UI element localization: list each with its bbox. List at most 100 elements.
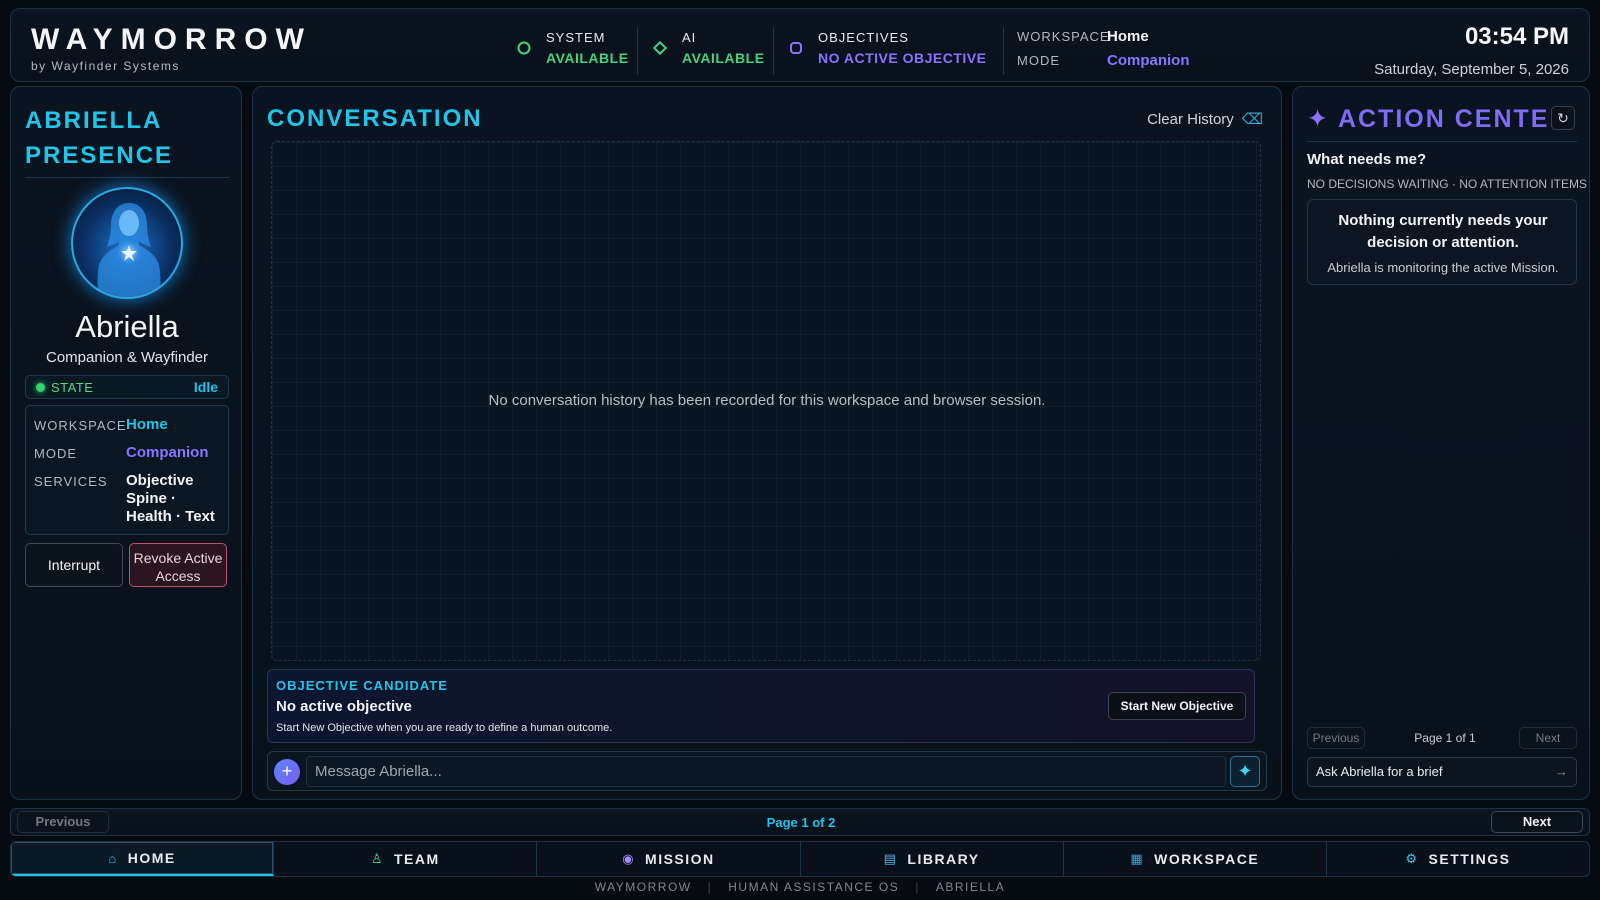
objective-caption: OBJECTIVE CANDIDATE xyxy=(276,678,448,693)
tab-label: HOME xyxy=(127,850,176,866)
avatar xyxy=(71,187,183,299)
presence-title: ABRIELLA PRESENCE xyxy=(25,107,174,169)
page-pager: Page 1 of 2 Previous Next xyxy=(10,808,1590,836)
action-page-label: Page 1 of 1 xyxy=(1414,731,1476,745)
workspace-label: WORKSPACE xyxy=(34,418,127,433)
state-dot-icon xyxy=(36,383,45,392)
needs-empty-card: Nothing currently needs your decision or… xyxy=(1307,199,1577,285)
divider xyxy=(773,27,774,75)
state-label: STATE xyxy=(51,380,94,395)
conversation-panel: CONVERSATION Clear History ⌫ No conversat… xyxy=(252,86,1282,800)
divider xyxy=(25,177,229,178)
arrow-right-icon: → xyxy=(1555,764,1568,779)
divider xyxy=(1003,27,1004,75)
system-status-label: SYSTEM xyxy=(546,30,606,45)
interrupt-button[interactable]: Interrupt xyxy=(25,543,123,587)
start-new-objective-button[interactable]: Start New Objective xyxy=(1108,692,1246,720)
needs-empty-note: Abriella is monitoring the active Missio… xyxy=(1327,260,1559,275)
services-value: Objective Spine · Health · Text xyxy=(126,472,215,525)
ask-brief-label: Ask Abriella for a brief xyxy=(1316,764,1443,779)
book-icon: ▤ xyxy=(883,851,898,866)
action-previous-button[interactable]: Previous xyxy=(1307,727,1365,749)
tab-label: LIBRARY xyxy=(907,851,980,867)
footer-os: HUMAN ASSISTANCE OS xyxy=(728,880,900,894)
action-center-title: ✦ ACTION CENTER xyxy=(1307,104,1570,134)
ask-brief-button[interactable]: Ask Abriella for a brief → xyxy=(1307,757,1577,787)
tab-label: MISSION xyxy=(645,851,715,867)
pager-next-button[interactable]: Next xyxy=(1491,811,1583,833)
presence-role: Companion & Wayfinder xyxy=(45,349,209,366)
system-status-value: AVAILABLE xyxy=(546,50,629,66)
state-value: Idle xyxy=(193,379,218,395)
objectives-status-label: OBJECTIVES xyxy=(818,30,909,45)
workspace-value: Home xyxy=(126,416,168,433)
message-composer: + ✦ xyxy=(267,751,1267,791)
footer-brand: WAYMORROW xyxy=(594,880,692,894)
presence-name: Abriella xyxy=(75,309,179,344)
objective-candidate: OBJECTIVE CANDIDATE No active objective … xyxy=(267,669,1255,743)
tab-home[interactable]: ⌂ HOME xyxy=(11,842,275,876)
grid-icon: ▦ xyxy=(1130,851,1145,866)
top-bar: WAYMORROW by Wayfinder Systems SYSTEM AV… xyxy=(10,8,1590,82)
add-attachment-button[interactable]: + xyxy=(274,759,300,785)
footer: WAYMORROW | HUMAN ASSISTANCE OS | ABRIELLA xyxy=(0,880,1600,894)
objectives-status-value: NO ACTIVE OBJECTIVE xyxy=(818,50,987,66)
ai-status-label: AI xyxy=(682,30,697,45)
gear-icon: ⚙ xyxy=(1405,851,1419,866)
avatar-figure-icon xyxy=(97,203,161,297)
divider: | xyxy=(915,880,920,894)
pager-label: Page 1 of 2 xyxy=(766,815,836,830)
needs-title: What needs me? xyxy=(1307,151,1427,168)
tab-label: WORKSPACE xyxy=(1154,851,1260,867)
ai-status-icon xyxy=(653,41,667,55)
tab-label: TEAM xyxy=(394,851,440,867)
message-input[interactable] xyxy=(306,756,1226,787)
conversation-title: CONVERSATION xyxy=(267,105,483,132)
mode-value: Companion xyxy=(1107,52,1190,69)
home-icon: ⌂ xyxy=(108,850,118,866)
revoke-access-button[interactable]: Revoke Active Access xyxy=(129,543,227,587)
action-center-title-text: ACTION CENTER xyxy=(1337,105,1570,133)
mode-value: Companion xyxy=(126,444,209,461)
brand-name: WAYMORROW xyxy=(31,23,312,56)
tab-library[interactable]: ▤ LIBRARY xyxy=(801,842,1064,876)
backspace-icon: ⌫ xyxy=(1241,111,1263,128)
tab-label: SETTINGS xyxy=(1428,851,1511,867)
system-status-icon xyxy=(517,41,531,55)
clear-history-label: Clear History xyxy=(1147,111,1234,128)
tab-mission[interactable]: ◉ MISSION xyxy=(537,842,801,876)
clock-time: 03:54 PM xyxy=(1464,23,1569,50)
brand-subtitle: by Wayfinder Systems xyxy=(31,59,180,73)
clear-history-button[interactable]: Clear History ⌫ xyxy=(1147,110,1263,128)
workspace-label: WORKSPACE xyxy=(1017,29,1110,44)
objective-title: No active objective xyxy=(276,698,412,715)
sparkle-icon: ✦ xyxy=(1307,105,1330,133)
objective-description: Start New Objective when you are ready t… xyxy=(276,722,613,734)
divider: | xyxy=(707,880,713,894)
pager-previous-button[interactable]: Previous xyxy=(17,811,109,833)
footer-assistant: ABRIELLA xyxy=(935,880,1006,894)
target-icon: ◉ xyxy=(622,851,636,866)
divider xyxy=(637,27,638,75)
mode-label: MODE xyxy=(1017,53,1060,68)
needs-empty-main: Nothing currently needs your decision or… xyxy=(1338,212,1548,251)
divider xyxy=(1307,141,1577,142)
objectives-status-icon xyxy=(790,42,802,54)
action-next-button[interactable]: Next xyxy=(1519,727,1577,749)
send-sparkle-icon[interactable]: ✦ xyxy=(1230,756,1260,787)
bottom-nav: ⌂ HOME ♙ TEAM ◉ MISSION ▤ LIBRARY ▦ WORKSPACE… xyxy=(10,841,1590,877)
refresh-button[interactable]: ↻ xyxy=(1551,106,1575,130)
tab-team[interactable]: ♙ TEAM xyxy=(274,842,538,876)
state-indicator: STATE Idle xyxy=(25,375,229,399)
action-center-panel: ✦ ACTION CENTER ↻ What needs me? NO DECIS… xyxy=(1292,86,1590,800)
presence-panel: ABRIELLA PRESENCE Abriella Companion & W… xyxy=(10,86,242,800)
conversation-history[interactable]: No conversation history has been recorde… xyxy=(271,141,1261,661)
clock-date: Saturday, September 5, 2026 xyxy=(1374,61,1569,78)
conversation-empty-text: No conversation history has been recorde… xyxy=(488,392,1046,409)
tab-workspace[interactable]: ▦ WORKSPACE xyxy=(1064,842,1327,876)
services-label: SERVICES xyxy=(34,474,108,489)
needs-summary: NO DECISIONS WAITING · NO ATTENTION ITEM… xyxy=(1307,177,1588,191)
ai-status-value: AVAILABLE xyxy=(682,50,765,66)
tab-settings[interactable]: ⚙ SETTINGS xyxy=(1327,842,1589,876)
presence-info: WORKSPACE Home MODE Companion SERVICES O… xyxy=(25,405,229,535)
